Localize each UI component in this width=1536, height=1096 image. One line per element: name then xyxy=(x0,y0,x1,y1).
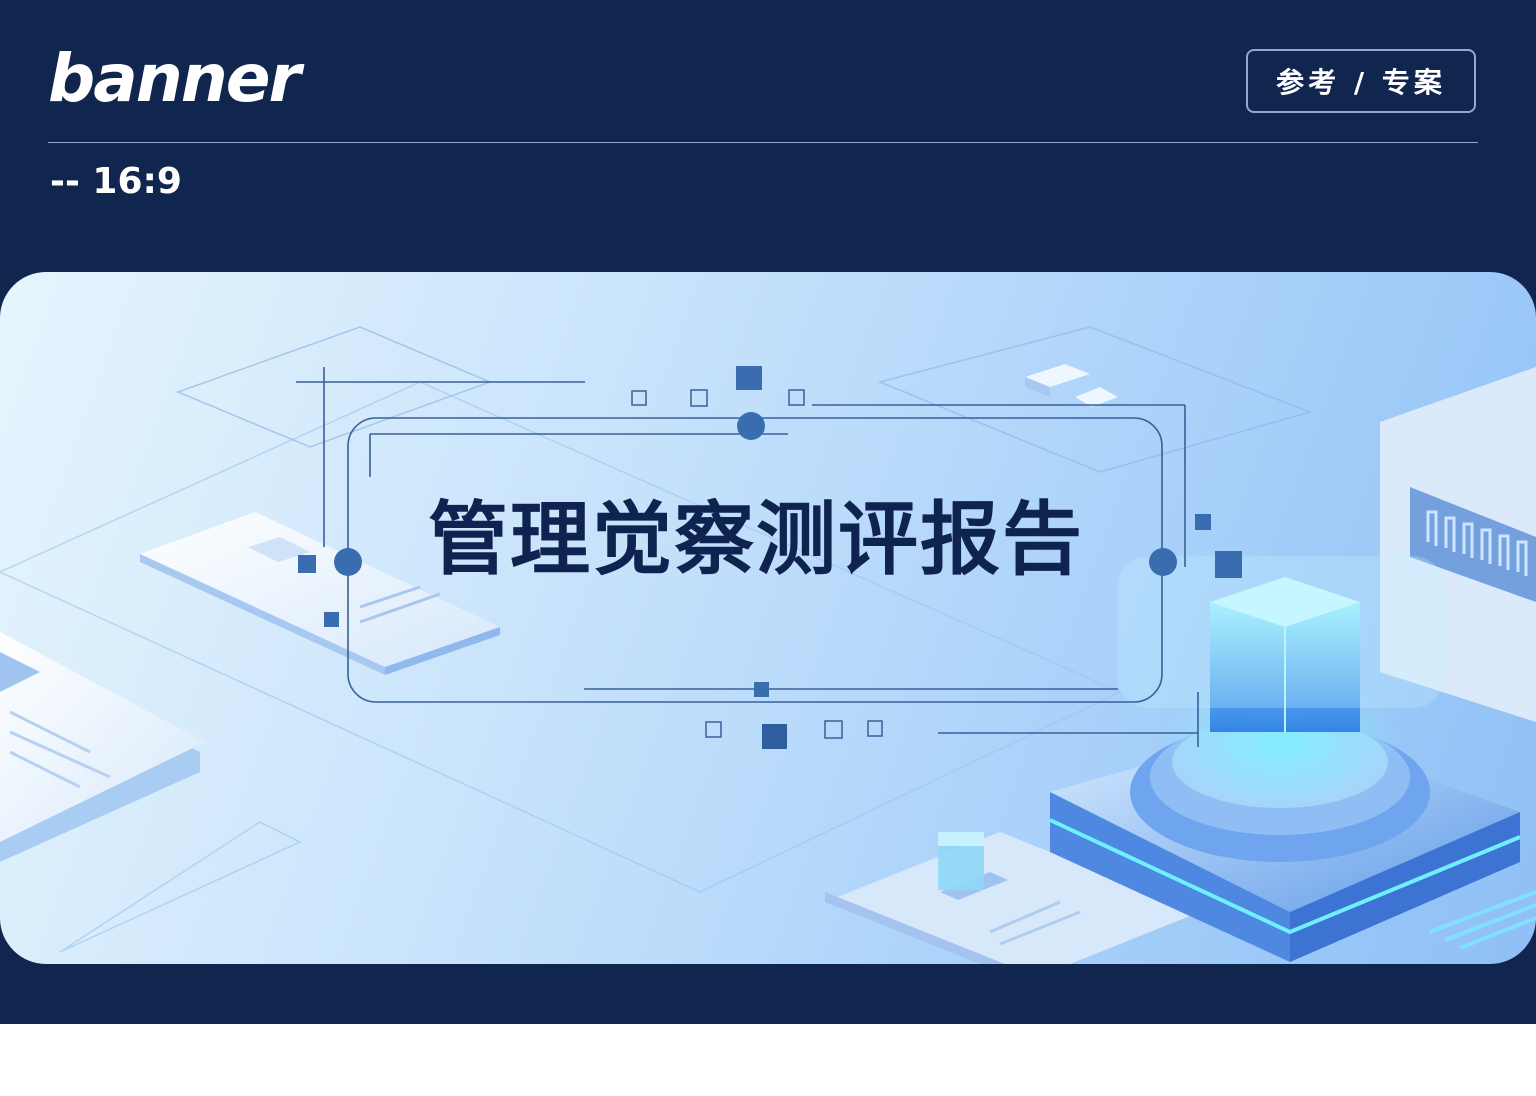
bg-diamond xyxy=(59,821,302,953)
banner-image xyxy=(0,272,1536,964)
aspect-ratio-label: -- 16:9 xyxy=(50,161,182,202)
slide-frame: banner 参考 / 专案 -- 16:9 管理觉察测评报告 xyxy=(0,0,1536,1024)
banner-title: 管理觉察测评报告 xyxy=(428,493,1084,586)
isometric-illustration xyxy=(0,326,1536,964)
connector-dot xyxy=(737,412,765,440)
glass-shell xyxy=(1117,556,1444,708)
document-card-left xyxy=(0,632,205,862)
brand-title: banner xyxy=(48,40,301,117)
header-divider xyxy=(48,142,1478,143)
mini-cube-icon xyxy=(938,842,984,890)
floating-block xyxy=(1075,387,1118,407)
category-tag-button[interactable]: 参考 / 专案 xyxy=(1246,49,1476,113)
bg-diamond xyxy=(0,381,1122,893)
bg-diamond xyxy=(175,326,493,448)
